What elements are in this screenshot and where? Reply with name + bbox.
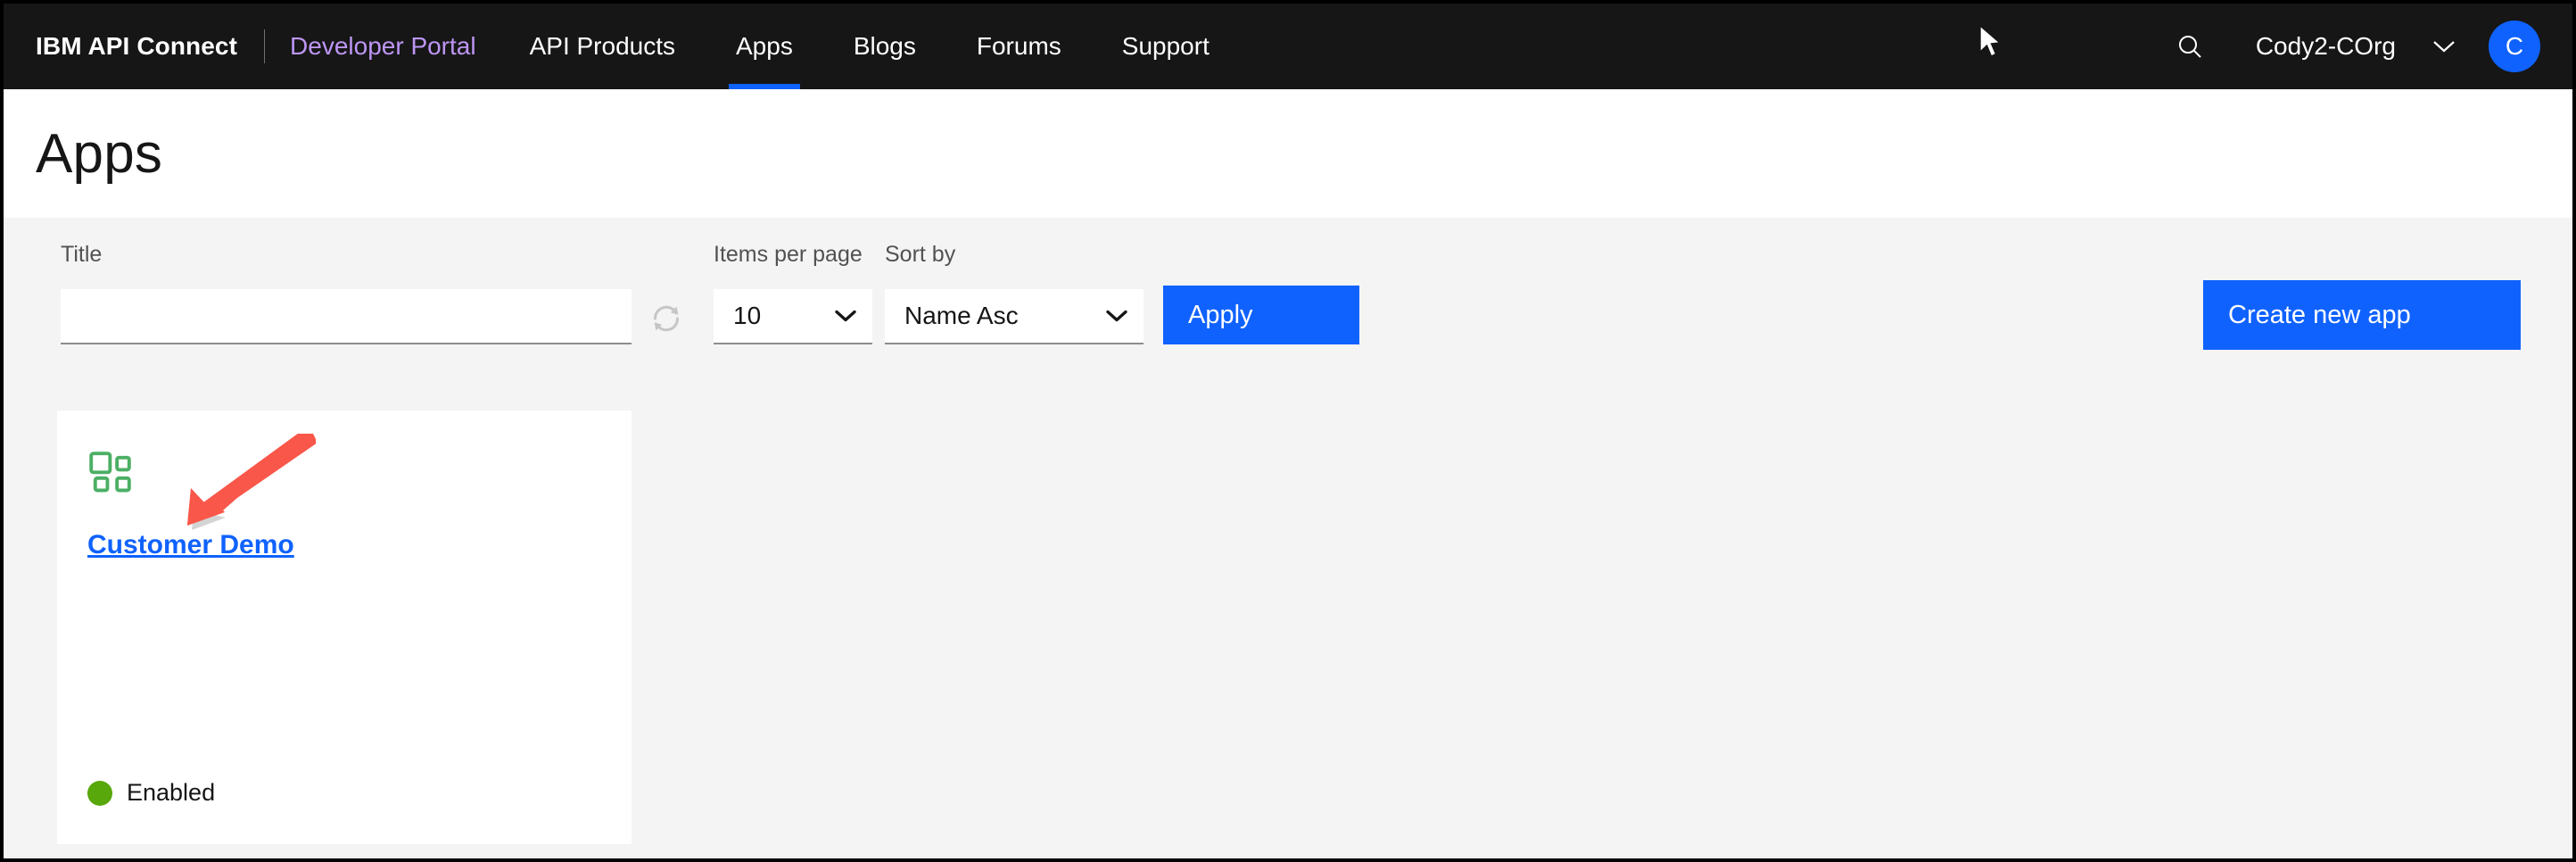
sort-by-select[interactable]: Name Asc [885,289,1144,344]
nav-item-blogs[interactable]: Blogs [823,4,946,89]
items-per-page-group: Items per page 10 [714,241,872,344]
avatar[interactable]: C [2489,21,2540,72]
chevron-down-icon [835,310,856,323]
apps-card-grid: Customer Demo Enabled [57,410,632,844]
top-navigation-actions: Cody2-COrg C [2154,4,2572,89]
primary-nav: API Products Apps Blogs Forums Support [500,4,1240,89]
app-name-link[interactable]: Customer Demo [87,530,294,560]
items-per-page-label: Items per page [714,241,872,268]
apply-button[interactable]: Apply [1163,286,1359,344]
page-content: Title Items per page 10 [4,218,2572,858]
sort-by-group: Sort by Name Asc [885,241,1144,344]
top-navigation-bar: IBM API Connect Developer Portal API Pro… [4,4,2572,89]
portal-name-link[interactable]: Developer Portal [290,32,476,61]
search-icon [2176,32,2204,61]
refresh-button[interactable] [648,300,685,337]
page-title: Apps [36,122,162,186]
refresh-icon [648,301,684,336]
title-filter-label: Title [61,241,632,268]
organization-name[interactable]: Cody2-COrg [2225,32,2412,61]
app-card[interactable]: Customer Demo Enabled [57,410,632,844]
app-window: IBM API Connect Developer Portal API Pro… [0,0,2576,862]
filter-toolbar: Title Items per page 10 [4,218,2572,375]
create-new-app-button[interactable]: Create new app [2203,280,2521,350]
nav-item-apps[interactable]: Apps [706,4,823,89]
items-per-page-value: 10 [714,302,761,330]
status-badge: Enabled [87,779,215,807]
chevron-down-icon [1106,310,1127,323]
status-label: Enabled [127,779,215,807]
page-title-band: Apps [4,89,2572,218]
chevron-down-icon [2432,39,2456,54]
sort-by-label: Sort by [885,241,1144,268]
nav-item-support[interactable]: Support [1092,4,1240,89]
title-filter-group: Title [61,241,632,344]
nav-item-api-products[interactable]: API Products [500,4,706,89]
items-per-page-select[interactable]: 10 [714,289,872,344]
search-button[interactable] [2154,4,2225,89]
organization-dropdown-button[interactable] [2412,4,2476,89]
sort-by-value: Name Asc [885,302,1019,330]
title-filter-input[interactable] [61,289,632,344]
brand-title: IBM API Connect [36,32,237,61]
brand-divider [264,29,265,63]
status-indicator-dot [87,781,112,806]
nav-item-forums[interactable]: Forums [946,4,1092,89]
application-grid-icon [87,450,134,496]
